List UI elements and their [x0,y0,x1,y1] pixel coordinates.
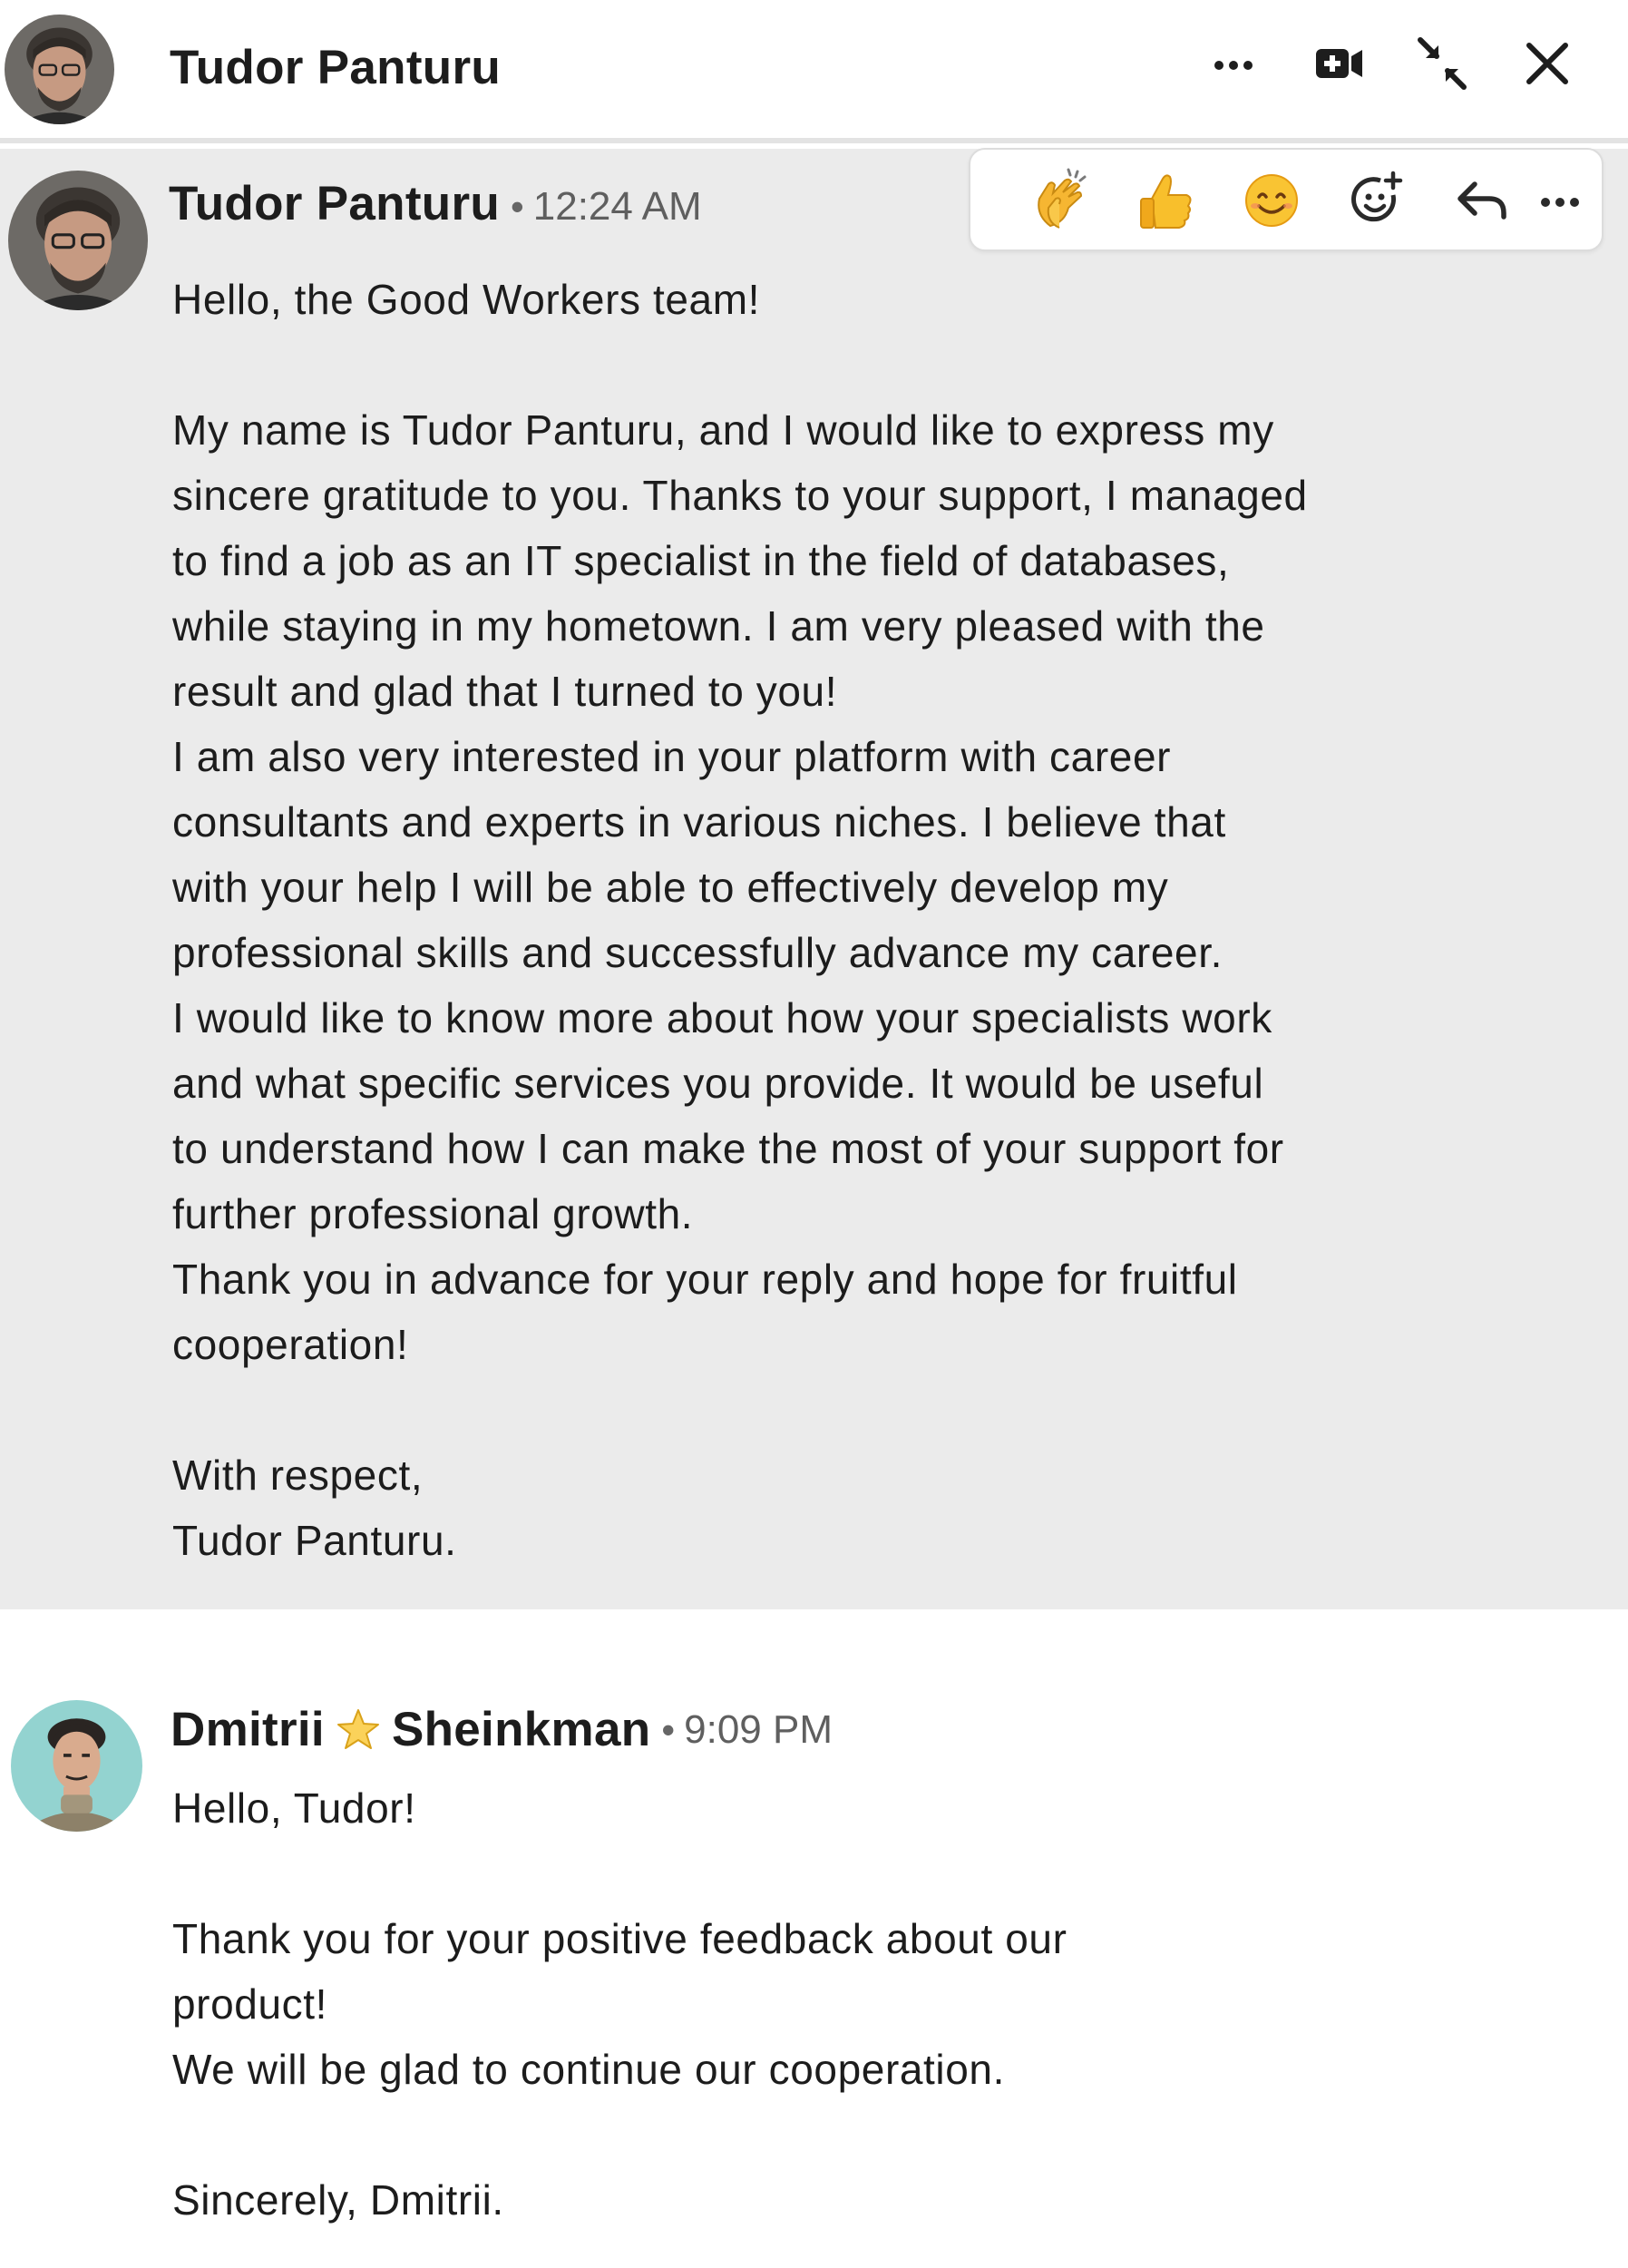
message-meta: Dmitrii Sheinkman • 9:09 PM [171,1702,833,1757]
star-icon [334,1706,383,1755]
message-text: Hello, Tudor! Thank you for your positiv… [172,1784,1067,2224]
sender-last-name[interactable]: Sheinkman [392,1702,650,1757]
meta-separator: • [661,1707,676,1751]
smile-reaction-button[interactable] [1233,162,1310,239]
sender-avatar[interactable] [11,1700,142,1832]
more-icon [1541,198,1579,207]
contact-name[interactable]: Tudor Panturu [170,40,501,95]
more-options-button[interactable] [1197,27,1270,100]
clapping-hands-icon [1038,168,1087,229]
meta-separator: • [511,185,524,228]
clap-reaction-button[interactable] [1023,162,1099,239]
reply-icon [1457,181,1506,220]
message-meta: Tudor Panturu • 12:24 AM [169,176,702,231]
like-reaction-button[interactable] [1128,162,1204,239]
message-actions-toolbar [969,148,1604,251]
message-item[interactable]: Dmitrii Sheinkman • 9:09 PM Hello, Tudor! … [0,1609,1628,2268]
sender-first-name[interactable]: Dmitrii [171,1702,325,1757]
minimize-icon [1418,37,1467,90]
close-icon [1526,43,1568,84]
video-call-icon [1316,49,1362,78]
more-icon [1214,61,1253,70]
reply-button[interactable] [1444,162,1520,239]
add-reaction-button[interactable] [1339,162,1415,239]
sender-avatar[interactable] [8,171,148,310]
video-call-button[interactable] [1302,27,1375,100]
minimize-button[interactable] [1406,27,1478,100]
message-item[interactable]: Tudor Panturu • 12:24 AM Hello, the Good W… [0,149,1628,1609]
message-more-button[interactable] [1522,162,1598,239]
close-button[interactable] [1511,27,1584,100]
chat-header: Tudor Panturu [0,0,1628,143]
message-timestamp: 12:24 AM [532,184,702,229]
message-timestamp: 9:09 PM [684,1706,833,1752]
add-reaction-icon [1351,171,1403,222]
contact-avatar[interactable] [5,15,114,124]
smiling-face-icon [1245,174,1298,227]
thumbs-up-icon [1140,174,1192,229]
sender-name[interactable]: Tudor Panturu [169,177,500,230]
message-text: Hello, the Good Workers team! My name is… [172,276,1308,1564]
